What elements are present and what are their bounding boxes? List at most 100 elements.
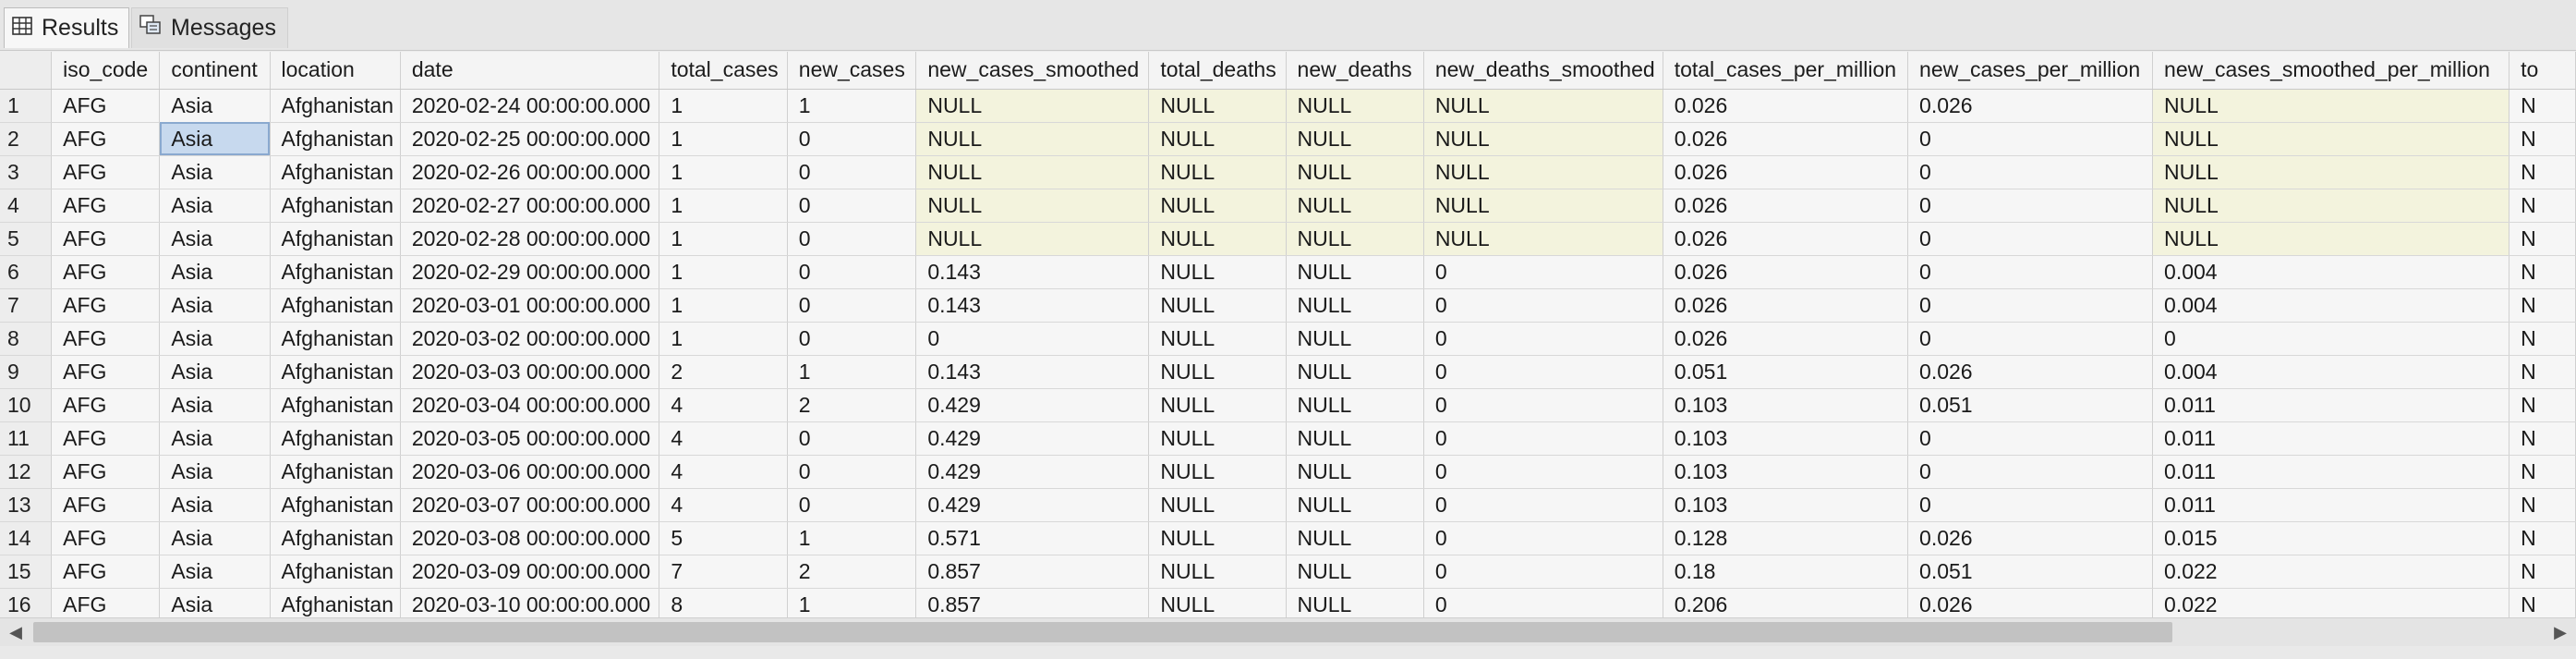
table-cell[interactable]: 2020-03-10 00:00:00.000	[400, 588, 660, 617]
table-cell[interactable]: 1	[787, 521, 917, 555]
column-header[interactable]: date	[400, 52, 660, 90]
table-cell[interactable]: Afghanistan	[270, 555, 401, 589]
table-cell[interactable]: 0	[1907, 288, 2154, 323]
table-cell[interactable]: Asia	[159, 255, 271, 289]
row-number[interactable]: 3	[0, 155, 53, 189]
table-cell[interactable]: 1	[659, 122, 788, 156]
table-cell[interactable]: AFG	[51, 455, 161, 489]
table-cell[interactable]: 0	[1907, 421, 2154, 456]
table-row[interactable]: 5 AFG Asia Afghanistan 2020-02-28 00:00:00.0…	[0, 222, 2576, 256]
table-cell[interactable]: 0.026	[1907, 89, 2154, 123]
table-cell[interactable]: AFG	[51, 255, 161, 289]
table-cell[interactable]: 2020-02-28 00:00:00.000	[400, 222, 660, 256]
table-cell[interactable]: 0.004	[2152, 255, 2510, 289]
column-header[interactable]: new_deaths_smoothed	[1423, 52, 1663, 90]
table-cell[interactable]: 0	[1423, 255, 1663, 289]
table-cell[interactable]: Asia	[159, 455, 271, 489]
row-number[interactable]: 10	[0, 388, 53, 422]
table-cell[interactable]: N	[2509, 488, 2576, 522]
table-cell[interactable]: 0	[1423, 521, 1663, 555]
row-number[interactable]: 5	[0, 222, 53, 256]
table-cell[interactable]: NULL	[1423, 155, 1663, 189]
table-cell[interactable]: 2020-02-27 00:00:00.000	[400, 189, 660, 223]
table-cell[interactable]: 0.011	[2152, 421, 2510, 456]
table-cell[interactable]: N	[2509, 122, 2576, 156]
table-cell[interactable]: AFG	[51, 588, 161, 617]
table-cell[interactable]: 0.026	[1663, 122, 1909, 156]
table-cell[interactable]: 1	[787, 355, 917, 389]
table-cell[interactable]: 2020-02-24 00:00:00.000	[400, 89, 660, 123]
row-number-header[interactable]	[0, 52, 53, 90]
scroll-right-icon[interactable]: ▶	[2546, 618, 2574, 646]
table-cell[interactable]: 0.004	[2152, 288, 2510, 323]
table-cell[interactable]: 2020-03-05 00:00:00.000	[400, 421, 660, 456]
column-header[interactable]: location	[270, 52, 401, 90]
table-cell[interactable]: 0	[1907, 255, 2154, 289]
table-cell[interactable]: Afghanistan	[270, 455, 401, 489]
table-cell[interactable]: N	[2509, 521, 2576, 555]
table-cell[interactable]: 0	[1907, 222, 2154, 256]
table-cell[interactable]: NULL	[1286, 421, 1424, 456]
table-cell[interactable]: 0	[1423, 588, 1663, 617]
table-cell[interactable]: 2	[787, 555, 917, 589]
column-header[interactable]: total_cases	[659, 52, 788, 90]
table-cell[interactable]: 0.026	[1663, 189, 1909, 223]
table-cell[interactable]: 0.103	[1663, 488, 1909, 522]
table-cell[interactable]: N	[2509, 89, 2576, 123]
table-cell[interactable]: 0	[2152, 322, 2510, 356]
table-cell[interactable]: AFG	[51, 189, 161, 223]
table-cell[interactable]: 0	[787, 189, 917, 223]
table-cell[interactable]: 0.571	[915, 521, 1150, 555]
table-cell[interactable]: Afghanistan	[270, 155, 401, 189]
table-cell[interactable]: Asia	[159, 122, 271, 156]
table-cell[interactable]: 4	[659, 421, 788, 456]
table-cell[interactable]: 0.026	[1663, 322, 1909, 356]
table-cell[interactable]: 0.011	[2152, 488, 2510, 522]
table-cell[interactable]: 2	[659, 355, 788, 389]
table-cell[interactable]: Afghanistan	[270, 388, 401, 422]
table-cell[interactable]: Asia	[159, 355, 271, 389]
table-cell[interactable]: 1	[787, 89, 917, 123]
table-cell[interactable]: 5	[659, 521, 788, 555]
table-cell[interactable]: NULL	[1148, 89, 1287, 123]
row-number[interactable]: 16	[0, 588, 53, 617]
table-cell[interactable]: 0	[1423, 288, 1663, 323]
table-cell[interactable]: Asia	[159, 488, 271, 522]
table-cell[interactable]: 0.429	[915, 421, 1150, 456]
table-cell[interactable]: AFG	[51, 155, 161, 189]
table-cell[interactable]: 0.051	[1907, 555, 2154, 589]
table-cell[interactable]: 0	[787, 288, 917, 323]
table-cell[interactable]: NULL	[1286, 189, 1424, 223]
table-cell[interactable]: AFG	[51, 122, 161, 156]
table-cell[interactable]: NULL	[915, 89, 1150, 123]
row-number[interactable]: 15	[0, 555, 53, 589]
table-cell[interactable]: Asia	[159, 222, 271, 256]
table-cell[interactable]: 0	[787, 155, 917, 189]
table-cell[interactable]: AFG	[51, 222, 161, 256]
table-cell[interactable]: Asia	[159, 388, 271, 422]
table-cell[interactable]: NULL	[2152, 189, 2510, 223]
column-header[interactable]: new_cases	[787, 52, 917, 90]
table-cell[interactable]: NULL	[1286, 488, 1424, 522]
table-cell[interactable]: 0.011	[2152, 388, 2510, 422]
table-cell[interactable]: 0	[1423, 455, 1663, 489]
table-cell[interactable]: 0.857	[915, 555, 1150, 589]
table-cell[interactable]: 0.004	[2152, 355, 2510, 389]
table-cell[interactable]: NULL	[1148, 488, 1287, 522]
table-cell[interactable]: 1	[659, 222, 788, 256]
table-cell[interactable]: NULL	[1148, 122, 1287, 156]
table-cell[interactable]: AFG	[51, 521, 161, 555]
table-cell[interactable]: 0	[1423, 555, 1663, 589]
table-cell[interactable]: 2020-03-06 00:00:00.000	[400, 455, 660, 489]
table-cell[interactable]: 1	[659, 288, 788, 323]
table-cell[interactable]: Asia	[159, 322, 271, 356]
row-number[interactable]: 6	[0, 255, 53, 289]
table-cell[interactable]: Asia	[159, 288, 271, 323]
table-cell[interactable]: 0	[787, 421, 917, 456]
table-cell[interactable]: AFG	[51, 288, 161, 323]
table-cell[interactable]: Asia	[159, 521, 271, 555]
table-cell[interactable]: 0	[1907, 455, 2154, 489]
table-cell[interactable]: NULL	[1148, 155, 1287, 189]
table-cell[interactable]: Asia	[159, 155, 271, 189]
table-cell[interactable]: 7	[659, 555, 788, 589]
